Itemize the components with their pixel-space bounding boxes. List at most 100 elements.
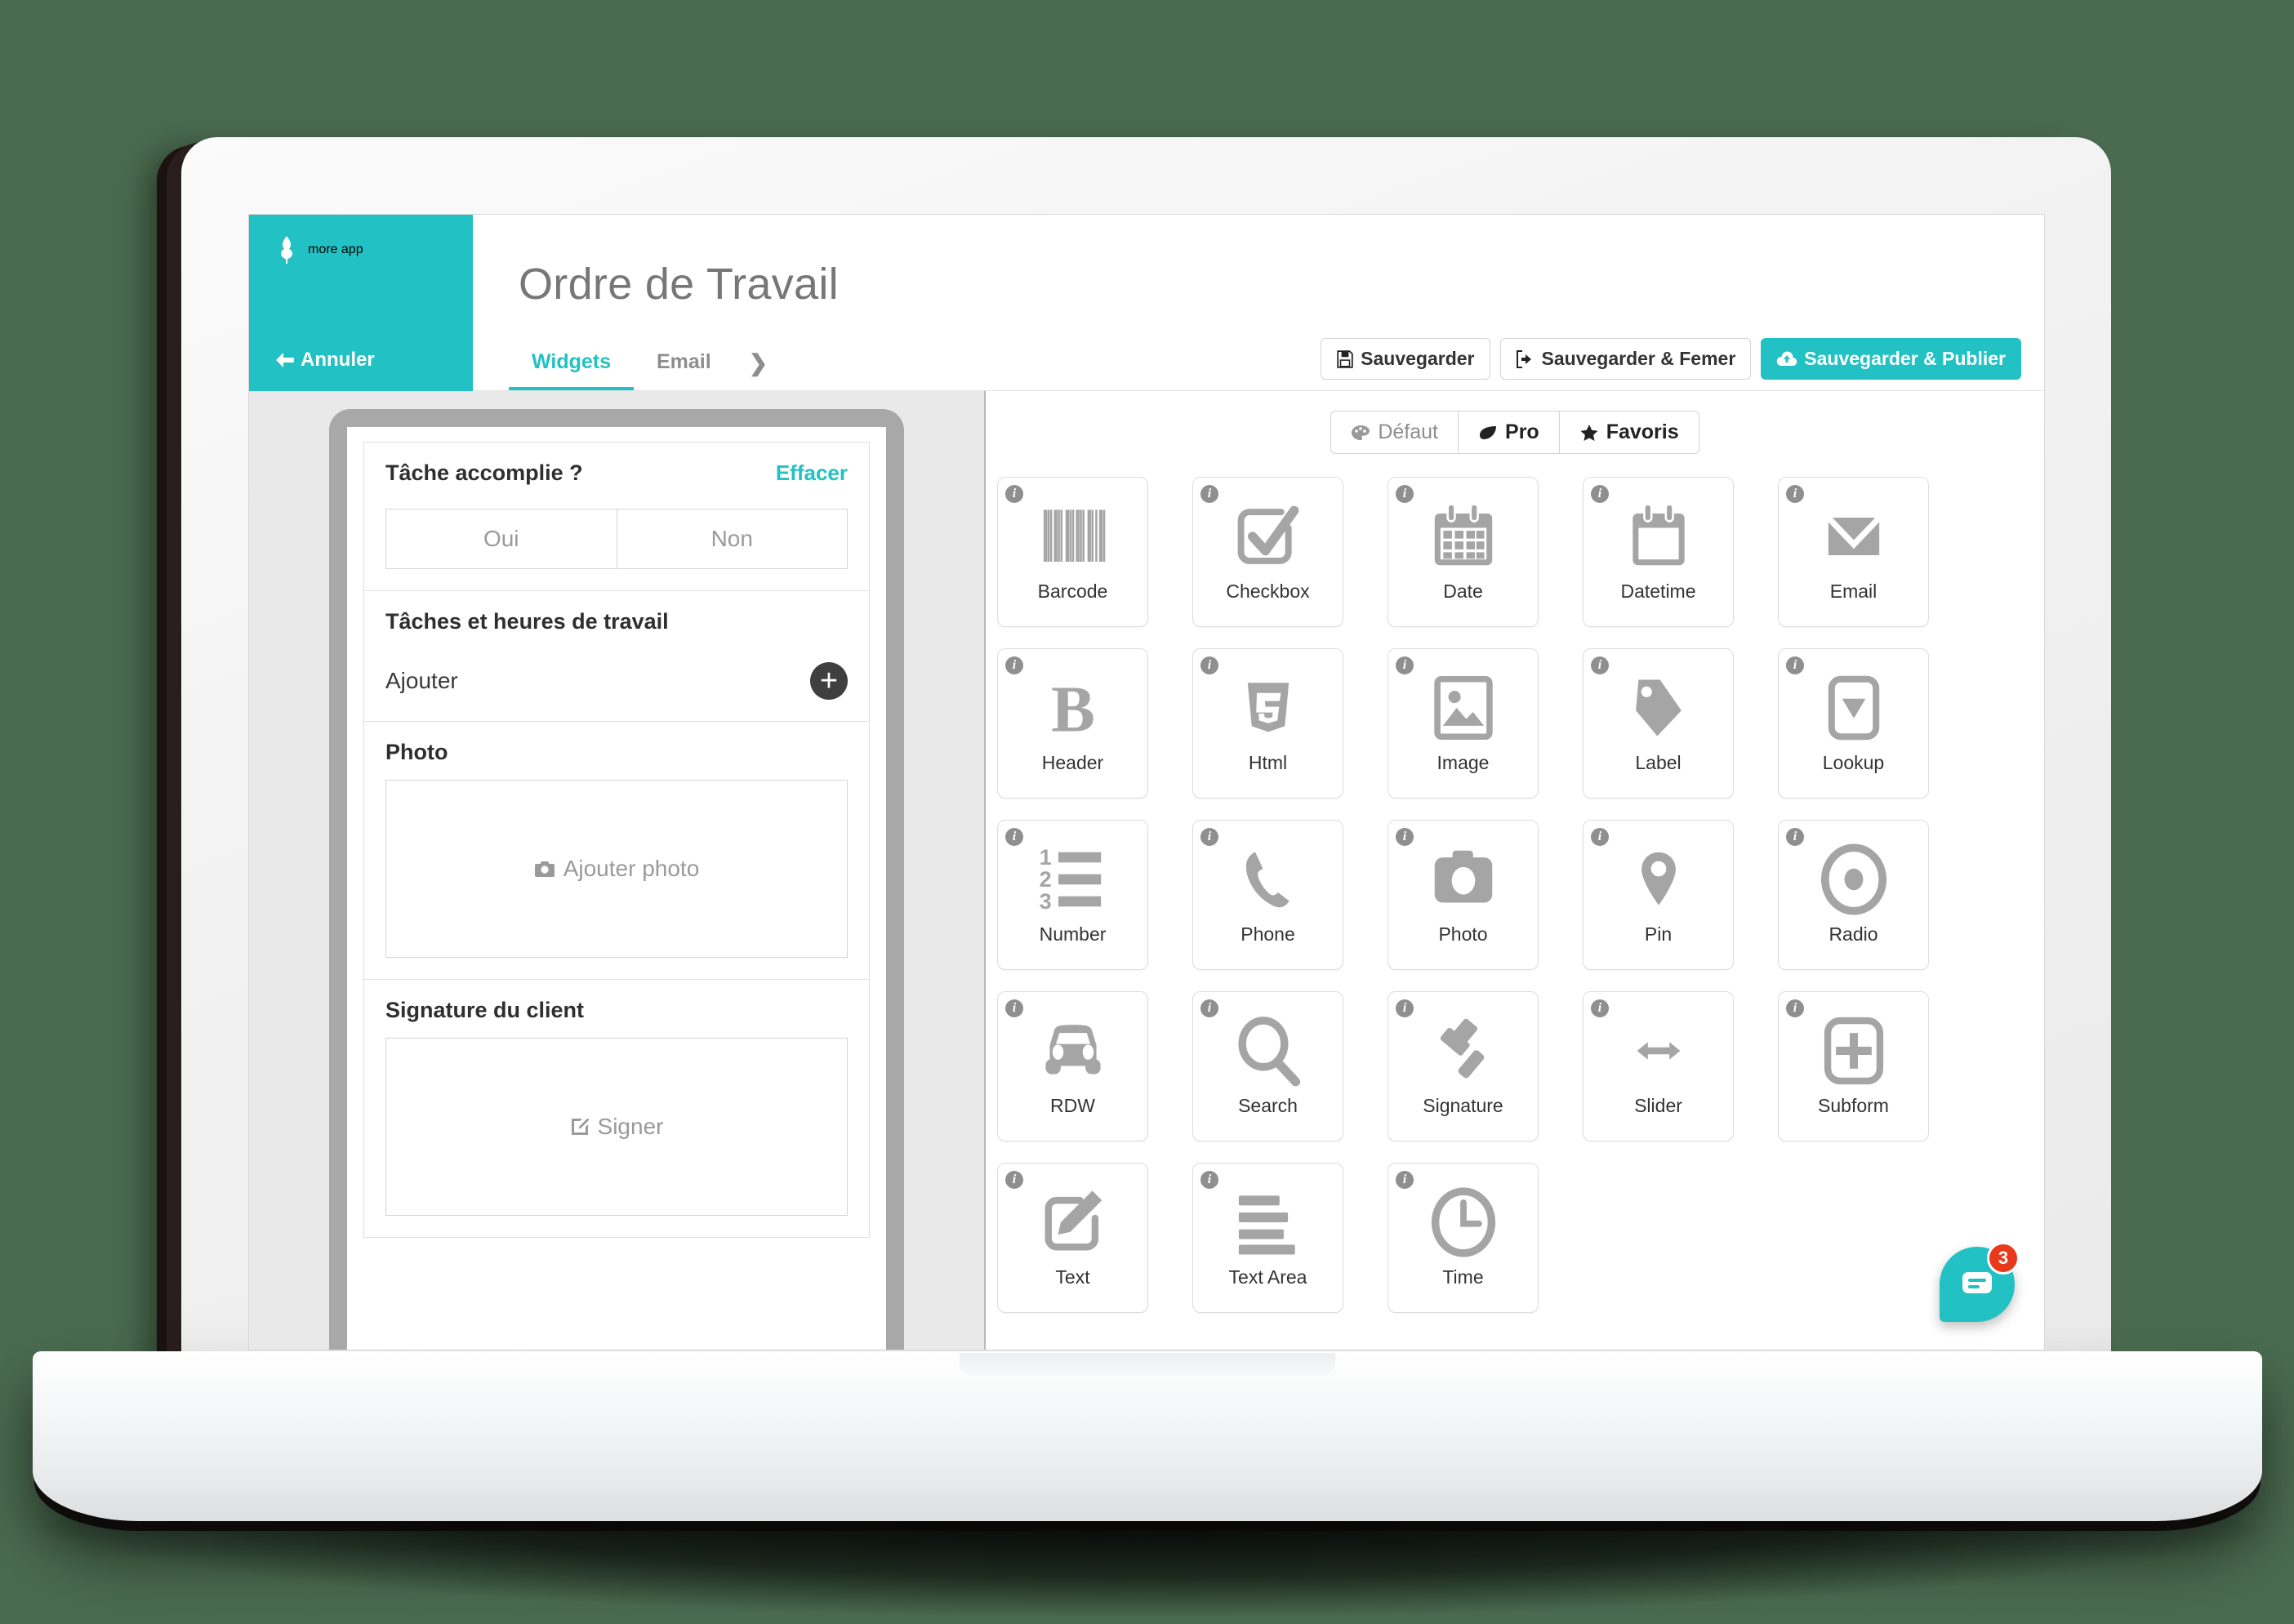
widget-card-radio[interactable]: i Radio bbox=[1778, 820, 1929, 970]
info-icon[interactable]: i bbox=[1200, 485, 1218, 503]
form-row-photo: Photo Ajouter photo bbox=[364, 722, 869, 980]
widget-label: Text Area bbox=[1228, 1266, 1307, 1288]
svg-text:2: 2 bbox=[1039, 867, 1051, 892]
widget-card-phone[interactable]: i Phone bbox=[1192, 820, 1343, 970]
chat-launcher-button[interactable]: 3 bbox=[1940, 1242, 2020, 1322]
clock-icon bbox=[1423, 1181, 1504, 1263]
signature-placeholder: Signer bbox=[597, 1114, 664, 1139]
photo-dropzone[interactable]: Ajouter photo bbox=[385, 780, 848, 958]
chevron-right-icon[interactable]: ❯ bbox=[734, 341, 782, 391]
info-icon[interactable]: i bbox=[1591, 999, 1609, 1017]
filter-pro-label: Pro bbox=[1505, 420, 1539, 443]
info-icon[interactable]: i bbox=[1591, 485, 1609, 503]
info-icon[interactable]: i bbox=[1396, 828, 1414, 846]
widget-card-pin[interactable]: i Pin bbox=[1583, 820, 1734, 970]
info-icon[interactable]: i bbox=[1786, 485, 1804, 503]
add-label: Ajouter bbox=[385, 668, 458, 693]
filter-favoris-label: Favoris bbox=[1606, 420, 1679, 443]
info-icon[interactable]: i bbox=[1005, 828, 1023, 846]
save-button-label: Sauvegarder bbox=[1361, 348, 1475, 369]
widget-card-email[interactable]: i Email bbox=[1778, 477, 1929, 627]
widget-card-photo[interactable]: i Photo bbox=[1388, 820, 1539, 970]
phone-screen: Tâche accomplie ? Effacer Oui Non Tâches… bbox=[347, 427, 886, 1350]
info-icon[interactable]: i bbox=[1591, 656, 1609, 674]
form-preview-pane: Tâche accomplie ? Effacer Oui Non Tâches… bbox=[249, 391, 984, 1350]
brand-logo-row: more app bbox=[275, 236, 363, 264]
form-row-signature: Signature du client Signer bbox=[364, 980, 869, 1237]
car-icon bbox=[1032, 1010, 1114, 1092]
info-icon[interactable]: i bbox=[1005, 1171, 1023, 1189]
option-oui[interactable]: Oui bbox=[386, 509, 617, 568]
widget-label: RDW bbox=[1050, 1095, 1095, 1116]
info-icon[interactable]: i bbox=[1396, 999, 1414, 1017]
cancel-button[interactable]: Annuler bbox=[275, 349, 375, 372]
widget-card-image[interactable]: i Image bbox=[1388, 648, 1539, 799]
save-button[interactable]: Sauvegarder bbox=[1321, 338, 1490, 380]
leaf-icon bbox=[1480, 425, 1497, 439]
widget-card-html[interactable]: i Html bbox=[1192, 648, 1343, 799]
info-icon[interactable]: i bbox=[1005, 656, 1023, 674]
widget-card-slider[interactable]: i Slider bbox=[1583, 991, 1734, 1141]
plus-icon[interactable]: + bbox=[810, 662, 848, 700]
info-icon[interactable]: i bbox=[1591, 828, 1609, 846]
pen-square-icon bbox=[1032, 1181, 1114, 1263]
filter-favoris-button[interactable]: Favoris bbox=[1559, 411, 1699, 454]
info-icon[interactable]: i bbox=[1396, 485, 1414, 503]
info-icon[interactable]: i bbox=[1786, 656, 1804, 674]
widget-card-text[interactable]: i Text bbox=[997, 1163, 1148, 1313]
widget-card-signature[interactable]: i Signature bbox=[1388, 991, 1539, 1141]
info-icon[interactable]: i bbox=[1200, 1171, 1218, 1189]
task-done-label: Tâche accomplie ? bbox=[385, 461, 583, 485]
option-non[interactable]: Non bbox=[616, 509, 848, 568]
info-icon[interactable]: i bbox=[1005, 999, 1023, 1017]
widget-card-time[interactable]: i Time bbox=[1388, 1163, 1539, 1313]
widget-card-header[interactable]: i B Header bbox=[997, 648, 1148, 799]
widget-card-label[interactable]: i Label bbox=[1583, 648, 1734, 799]
widget-card-rdw[interactable]: i RDW bbox=[997, 991, 1148, 1141]
widget-card-date[interactable]: i Date bbox=[1388, 477, 1539, 627]
info-icon[interactable]: i bbox=[1786, 828, 1804, 846]
widget-card-search[interactable]: i Search bbox=[1192, 991, 1343, 1141]
widget-card-number[interactable]: i 1 2 3 Number bbox=[997, 820, 1148, 970]
widget-card-text-area[interactable]: i Text Area bbox=[1192, 1163, 1343, 1313]
widget-label: Subform bbox=[1818, 1095, 1889, 1116]
info-icon[interactable]: i bbox=[1005, 485, 1023, 503]
plus-square-icon bbox=[1813, 1010, 1895, 1092]
info-icon[interactable]: i bbox=[1396, 1171, 1414, 1189]
widget-card-barcode[interactable]: i Barcode bbox=[997, 477, 1148, 627]
info-icon[interactable]: i bbox=[1200, 828, 1218, 846]
info-icon[interactable]: i bbox=[1396, 656, 1414, 674]
star-icon bbox=[1580, 424, 1598, 441]
info-icon[interactable]: i bbox=[1200, 999, 1218, 1017]
save-and-close-button[interactable]: Sauvegarder & Femer bbox=[1499, 338, 1752, 380]
tab-widgets[interactable]: Widgets bbox=[509, 342, 634, 391]
widget-label: Barcode bbox=[1037, 581, 1108, 602]
widget-label: Radio bbox=[1829, 923, 1878, 945]
widget-card-datetime[interactable]: i Datetime bbox=[1583, 477, 1734, 627]
form-row-task-done: Tâche accomplie ? Effacer Oui Non bbox=[364, 443, 869, 591]
camera-icon bbox=[534, 861, 555, 877]
camera-icon bbox=[1423, 839, 1504, 920]
clear-button[interactable]: Effacer bbox=[776, 461, 848, 486]
filter-pro-button[interactable]: Pro bbox=[1459, 411, 1560, 454]
magnifier-icon bbox=[1227, 1010, 1309, 1092]
widget-label: Date bbox=[1443, 581, 1483, 602]
widget-card-lookup[interactable]: i Lookup bbox=[1778, 648, 1929, 799]
signature-dropzone[interactable]: Signer bbox=[385, 1038, 848, 1216]
widget-filter-group: Défaut Pro Favoris bbox=[986, 411, 2044, 454]
bold-b-icon: B bbox=[1032, 667, 1114, 749]
checkbox-icon bbox=[1227, 496, 1309, 577]
info-icon[interactable]: i bbox=[1786, 999, 1804, 1017]
save-and-close-button-label: Sauvegarder & Femer bbox=[1541, 348, 1736, 369]
widget-card-checkbox[interactable]: i Checkbox bbox=[1192, 477, 1343, 627]
form-card: Tâche accomplie ? Effacer Oui Non Tâches… bbox=[363, 442, 870, 1238]
tab-email[interactable]: Email bbox=[634, 342, 734, 391]
widget-card-subform[interactable]: i Subform bbox=[1778, 991, 1929, 1141]
radio-button-icon bbox=[1813, 839, 1895, 920]
save-and-publish-button[interactable]: Sauvegarder & Publier bbox=[1761, 338, 2021, 380]
widget-label: Email bbox=[1829, 581, 1878, 602]
widget-grid: i Barcode i Checkbox i Date i Datetime i Email i B H… bbox=[986, 477, 2044, 1313]
phone-icon bbox=[1227, 839, 1309, 920]
info-icon[interactable]: i bbox=[1200, 656, 1218, 674]
filter-defaut-button[interactable]: Défaut bbox=[1330, 411, 1459, 454]
